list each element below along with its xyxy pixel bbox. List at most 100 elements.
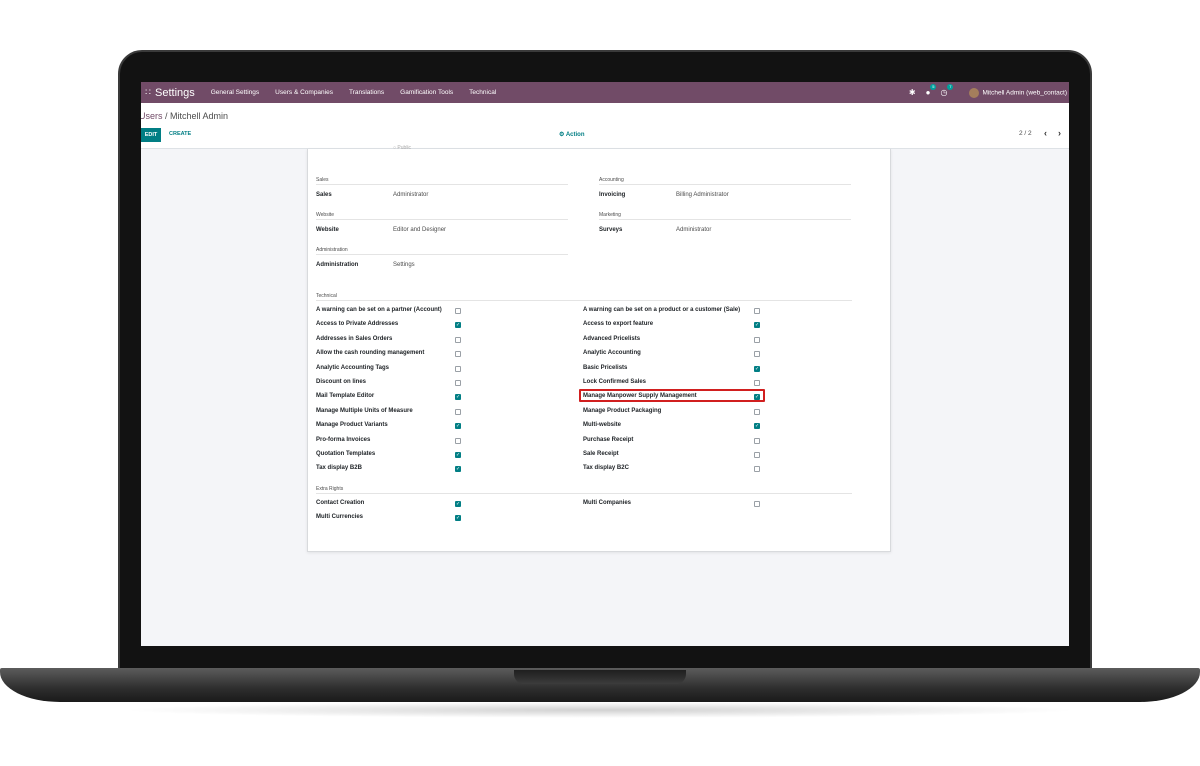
field-value-website[interactable]: Editor and Designer	[393, 227, 446, 233]
checkbox-label-manage-product-variants: Manage Product Variants	[316, 422, 388, 429]
breadcrumb: Users / Mitchell Admin	[141, 111, 228, 121]
checkbox-lock-confirmed-sales[interactable]	[754, 380, 760, 386]
menu-users-companies[interactable]: Users & Companies	[275, 89, 333, 96]
group-title-administration: Administration	[316, 247, 348, 253]
checkbox-label-a-warning-can-be-set-on-a-product-or-a-customer-sale: A warning can be set on a product or a c…	[583, 307, 741, 313]
edit-button[interactable]: EDIT	[141, 128, 161, 142]
breadcrumb-users-link[interactable]: Users	[141, 111, 163, 121]
checkbox-advanced-pricelists[interactable]	[754, 336, 760, 343]
section-divider	[316, 493, 852, 494]
menu-technical[interactable]: Technical	[469, 89, 496, 96]
checkbox-quotation-templates[interactable]: ✓	[455, 452, 461, 458]
control-panel: Users / Mitchell Admin EDIT CREATE ⚙ Act…	[141, 103, 1069, 149]
apps-grid-icon[interactable]: ∷	[141, 82, 155, 103]
menu-translations[interactable]: Translations	[349, 89, 384, 96]
checkbox-label-a-warning-can-be-set-on-a-partner-account: A warning can be set on a partner (Accou…	[316, 307, 442, 313]
field-value-invoicing[interactable]: Billing Administrator	[676, 192, 729, 198]
action-dropdown[interactable]: ⚙ Action	[559, 131, 585, 138]
checkbox-label-basic-pricelists: Basic Pricelists	[583, 364, 628, 371]
checkbox-label-pro-forma-invoices: Pro-forma Invoices	[316, 436, 371, 443]
top-navbar: ∷ Settings General Settings Users & Comp…	[141, 82, 1069, 103]
checkbox-access-to-private-addresses[interactable]: ✓	[455, 322, 461, 329]
checkbox-contact-creation[interactable]: ✓	[455, 501, 461, 507]
menu-gamification-tools[interactable]: Gamification Tools	[400, 89, 453, 96]
chat-icon[interactable]: ● 5	[926, 84, 937, 97]
bug-icon[interactable]: ✱	[909, 88, 916, 97]
create-button[interactable]: CREATE	[169, 131, 191, 137]
group-title-website: Website	[316, 212, 334, 218]
checkbox-a-warning-can-be-set-on-a-product-or-a-customer-sale[interactable]	[754, 308, 760, 314]
checkbox-label-analytic-accounting: Analytic Accounting	[583, 350, 641, 357]
field-value-administration[interactable]: Settings	[393, 262, 415, 268]
section-divider	[316, 300, 852, 301]
laptop-notch	[514, 670, 686, 684]
checkbox-label-access-to-export-feature: Access to export feature	[583, 321, 654, 328]
checkbox-multi-companies[interactable]	[754, 501, 760, 507]
screen: ∷ Settings General Settings Users & Comp…	[141, 82, 1069, 646]
group-divider	[316, 184, 568, 185]
checkbox-manage-product-packaging[interactable]	[754, 408, 760, 415]
field-label-surveys: Surveys	[599, 227, 623, 233]
checkbox-label-contact-creation: Contact Creation	[316, 500, 365, 506]
breadcrumb-current: Mitchell Admin	[170, 111, 229, 121]
section-title-technical: Technical	[316, 293, 337, 299]
checkbox-tax-display-b2b[interactable]: ✓	[455, 466, 461, 473]
checkbox-label-tax-display-b2c: Tax display B2C	[583, 465, 629, 472]
breadcrumb-separator: /	[162, 111, 171, 121]
checkbox-label-multi-currencies: Multi Currencies	[316, 514, 364, 521]
checkbox-manage-manpower-supply-management[interactable]: ✓	[754, 394, 760, 401]
group-divider	[599, 219, 851, 220]
checkbox-label-analytic-accounting-tags: Analytic Accounting Tags	[316, 364, 390, 371]
chevron-left-icon[interactable]: ‹	[1044, 128, 1047, 138]
checkbox-label-manage-multiple-units-of-measure: Manage Multiple Units of Measure	[316, 407, 413, 414]
pager-value[interactable]: 2 / 2	[1019, 130, 1032, 137]
checkbox-label-tax-display-b2b: Tax display B2B	[316, 465, 362, 472]
checkbox-multi-website[interactable]: ✓	[754, 423, 760, 430]
clock-icon[interactable]: ◷ 7	[940, 84, 954, 97]
chevron-right-icon[interactable]: ›	[1058, 128, 1061, 138]
checkbox-tax-display-b2c[interactable]	[754, 466, 760, 473]
checkbox-label-multi-website: Multi-website	[583, 422, 622, 429]
checkbox-label-addresses-in-sales-orders: Addresses in Sales Orders	[316, 335, 393, 342]
user-name: Mitchell Admin (web_contact)	[982, 89, 1067, 97]
field-label-invoicing: Invoicing	[599, 192, 626, 198]
field-value-sales[interactable]: Administrator	[393, 192, 428, 198]
checkbox-access-to-export-feature[interactable]: ✓	[754, 322, 760, 329]
form-sheet: ○ Public Sales Sales Administrator Website W…	[307, 145, 891, 552]
checkbox-label-access-to-private-addresses: Access to Private Addresses	[316, 321, 399, 328]
group-title-sales: Sales	[316, 177, 329, 183]
checkbox-sale-receipt[interactable]	[754, 452, 760, 458]
group-divider	[316, 219, 568, 220]
checkbox-pro-forma-invoices[interactable]	[455, 437, 461, 444]
checkbox-label-manage-manpower-supply-management: Manage Manpower Supply Management	[583, 393, 697, 400]
checkbox-allow-the-cash-rounding-management[interactable]	[455, 351, 461, 358]
activity-badge: 7	[947, 84, 954, 90]
checkbox-label-multi-companies: Multi Companies	[583, 500, 632, 506]
checkbox-purchase-receipt[interactable]	[754, 437, 760, 444]
checkbox-manage-multiple-units-of-measure[interactable]	[455, 408, 461, 415]
checkbox-analytic-accounting-tags[interactable]	[455, 365, 461, 372]
checkbox-multi-currencies[interactable]: ✓	[455, 515, 461, 522]
checkbox-manage-product-variants[interactable]: ✓	[455, 423, 461, 430]
checkbox-label-purchase-receipt: Purchase Receipt	[583, 436, 634, 443]
checkbox-addresses-in-sales-orders[interactable]	[455, 336, 461, 343]
gear-icon: ⚙	[559, 132, 566, 138]
checkbox-analytic-accounting[interactable]	[754, 351, 760, 358]
user-menu[interactable]: Mitchell Admin (web_contact)	[969, 87, 1067, 98]
checkbox-label-mail-template-editor: Mail Template Editor	[316, 393, 375, 400]
app-title[interactable]: Settings	[155, 87, 195, 99]
checkbox-mail-template-editor[interactable]: ✓	[455, 394, 461, 401]
group-divider	[316, 254, 568, 255]
checkbox-discount-on-lines[interactable]	[455, 380, 461, 386]
checkbox-label-manage-product-packaging: Manage Product Packaging	[583, 407, 662, 414]
checkbox-a-warning-can-be-set-on-a-partner-account[interactable]	[455, 308, 461, 314]
laptop-shadow	[120, 702, 1080, 718]
systray: ✱ ● 5 ◷ 7 Mitchell Admin (web_contact)	[909, 84, 1069, 98]
field-label-website: Website	[316, 227, 339, 233]
user-type-label: Public	[397, 145, 412, 151]
field-label-administration: Administration	[316, 262, 359, 268]
field-value-surveys[interactable]: Administrator	[676, 227, 711, 233]
checkbox-basic-pricelists[interactable]: ✓	[754, 365, 760, 372]
menu-general-settings[interactable]: General Settings	[211, 89, 259, 96]
field-label-sales: Sales	[316, 192, 332, 198]
